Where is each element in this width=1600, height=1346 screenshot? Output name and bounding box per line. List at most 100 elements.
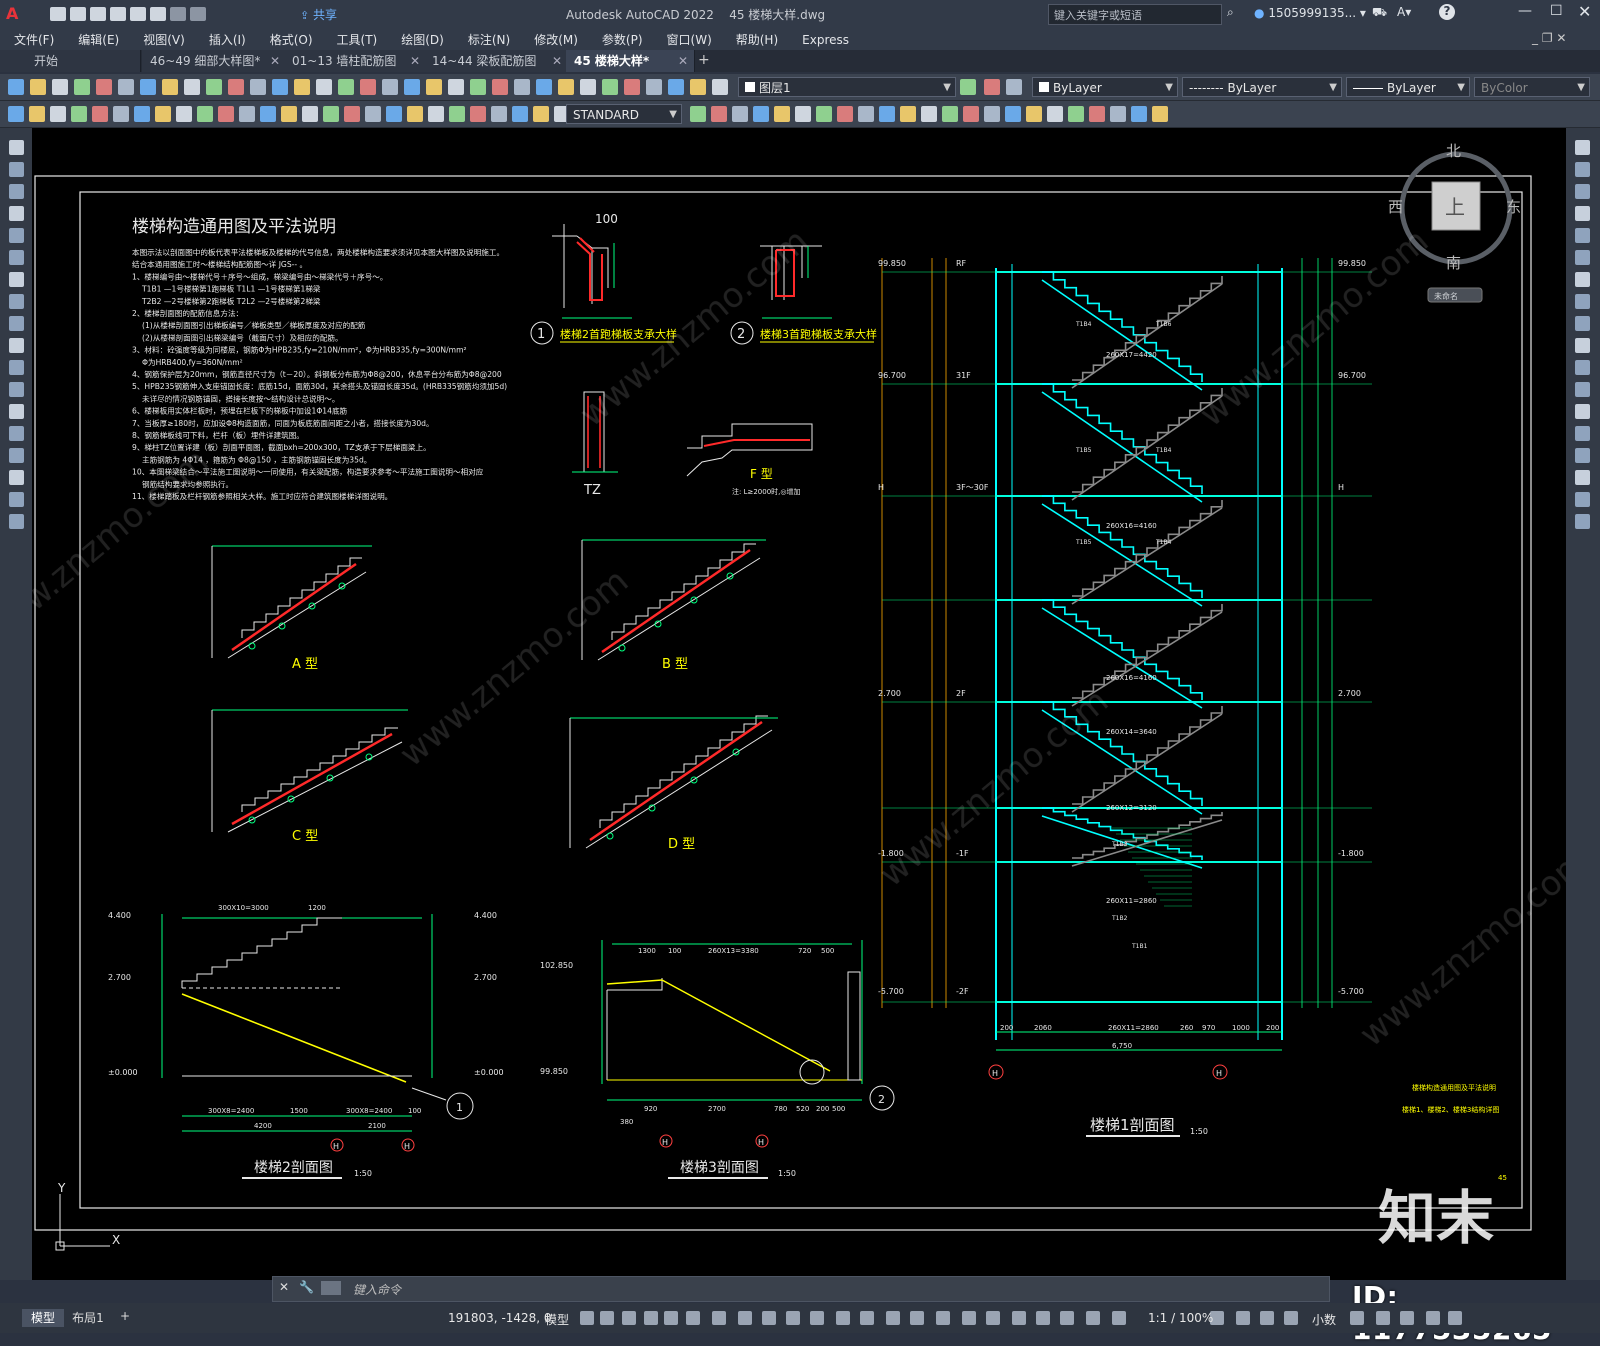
toolbar-tool-icon[interactable] xyxy=(1006,79,1022,95)
toolbar-tool-icon[interactable] xyxy=(30,79,46,95)
status-toggle-icon[interactable] xyxy=(810,1311,824,1325)
toolbar-tool-icon[interactable] xyxy=(711,106,727,122)
menu-modify[interactable]: 修改(M) xyxy=(534,31,578,48)
modify-tool-icon[interactable] xyxy=(1575,360,1590,375)
modify-tool-icon[interactable] xyxy=(1575,184,1590,199)
status-toggle-icon[interactable] xyxy=(860,1311,874,1325)
toolbar-tool-icon[interactable] xyxy=(8,79,24,95)
toolbar-tool-icon[interactable] xyxy=(294,79,310,95)
status-toggle-icon[interactable] xyxy=(1036,1311,1050,1325)
toolbar-tool-icon[interactable] xyxy=(155,106,171,122)
tab-stair-detail[interactable]: 45 楼梯大样* ✕ xyxy=(566,50,695,72)
layer-dropdown[interactable]: 图层1 ▼ xyxy=(738,77,956,97)
toolbar-tool-icon[interactable] xyxy=(92,106,108,122)
toolbar-tool-icon[interactable] xyxy=(184,79,200,95)
lineweight-dropdown[interactable]: ByLayer ▼ xyxy=(1346,77,1470,97)
new-tab-icon[interactable]: + xyxy=(698,52,710,68)
status-toggle-icon[interactable] xyxy=(600,1311,614,1325)
save-icon[interactable] xyxy=(90,7,106,21)
plotstyle-dropdown[interactable]: ByColor ▼ xyxy=(1474,77,1590,97)
status-toggle-icon[interactable] xyxy=(644,1311,658,1325)
toolbar-tool-icon[interactable] xyxy=(1131,106,1147,122)
plot-icon[interactable] xyxy=(150,7,166,21)
toolbar-tool-icon[interactable] xyxy=(712,79,728,95)
command-line[interactable]: ✕ 🔧 键入命令 xyxy=(272,1276,1330,1302)
toolbar-tool-icon[interactable] xyxy=(963,106,979,122)
modify-tool-icon[interactable] xyxy=(1575,206,1590,221)
modify-tool-icon[interactable] xyxy=(1575,426,1590,441)
toolbar-tool-icon[interactable] xyxy=(260,106,276,122)
toolbar-tool-icon[interactable] xyxy=(753,106,769,122)
toolbar-tool-icon[interactable] xyxy=(162,79,178,95)
toolbar-tool-icon[interactable] xyxy=(1152,106,1168,122)
maximize-icon[interactable]: ☐ xyxy=(1550,3,1563,19)
menu-window[interactable]: 窗口(W) xyxy=(667,31,712,48)
toolbar-tool-icon[interactable] xyxy=(580,79,596,95)
toolbar-tool-icon[interactable] xyxy=(365,106,381,122)
menu-edit[interactable]: 编辑(E) xyxy=(78,31,119,48)
saveas-icon[interactable] xyxy=(110,7,126,21)
toolbar-tool-icon[interactable] xyxy=(386,106,402,122)
tab-wall-column[interactable]: 01~13 墙柱配筋图 ✕ xyxy=(284,50,427,72)
status-toggle-icon[interactable] xyxy=(910,1311,924,1325)
status-toggle-icon[interactable] xyxy=(712,1311,726,1325)
layout-tab-layout1[interactable]: 布局1 xyxy=(66,1309,110,1327)
menu-help[interactable]: 帮助(H) xyxy=(736,31,778,48)
layout-tab-model[interactable]: 模型 xyxy=(22,1309,64,1327)
user-account[interactable]: ● 1505999135... ▾ xyxy=(1254,6,1366,20)
draw-tool-icon[interactable] xyxy=(9,360,24,375)
toolbar-tool-icon[interactable] xyxy=(492,79,508,95)
status-toggle-icon[interactable] xyxy=(1260,1311,1274,1325)
toolbar-tool-icon[interactable] xyxy=(272,79,288,95)
toolbar-tool-icon[interactable] xyxy=(690,79,706,95)
status-toggle-icon[interactable] xyxy=(1086,1311,1100,1325)
close-icon[interactable]: ✕ xyxy=(1578,2,1591,21)
toolbar-tool-icon[interactable] xyxy=(344,106,360,122)
linetype-dropdown[interactable]: -------- ByLayer ▼ xyxy=(1182,77,1342,97)
menu-insert[interactable]: 插入(I) xyxy=(209,31,246,48)
search-input[interactable]: 键入关键字或短语 xyxy=(1048,4,1222,25)
toolbar-tool-icon[interactable] xyxy=(984,106,1000,122)
drawing-canvas[interactable]: 楼梯构造通用图及平法说明 本图示法以剖面图中的板代表平法楼梯板及楼梯的代号信息，… xyxy=(32,128,1566,1280)
toolbar-tool-icon[interactable] xyxy=(113,106,129,122)
tab-detail-46-49[interactable]: 46~49 细部大样图* ✕ xyxy=(142,50,287,72)
draw-tool-icon[interactable] xyxy=(9,294,24,309)
toolbar-tool-icon[interactable] xyxy=(52,79,68,95)
toolbar-tool-icon[interactable] xyxy=(428,106,444,122)
draw-tool-icon[interactable] xyxy=(9,228,24,243)
help-icon[interactable]: ? xyxy=(1439,4,1455,20)
modify-tool-icon[interactable] xyxy=(1575,250,1590,265)
toolbar-tool-icon[interactable] xyxy=(858,106,874,122)
close-tab-icon[interactable]: ✕ xyxy=(270,50,280,72)
toolbar-tool-icon[interactable] xyxy=(942,106,958,122)
modify-tool-icon[interactable] xyxy=(1575,162,1590,177)
toolbar-tool-icon[interactable] xyxy=(118,79,134,95)
search-icon[interactable]: ⌕ xyxy=(1227,5,1234,20)
status-toggle-icon[interactable] xyxy=(986,1311,1000,1325)
toolbar-tool-icon[interactable] xyxy=(218,106,234,122)
toolbar-tool-icon[interactable] xyxy=(1110,106,1126,122)
draw-tool-icon[interactable] xyxy=(9,162,24,177)
modify-tool-icon[interactable] xyxy=(1575,316,1590,331)
toolbar-tool-icon[interactable] xyxy=(323,106,339,122)
status-toggle-icon[interactable] xyxy=(836,1311,850,1325)
doc-window-controls[interactable]: _ ❐ ✕ xyxy=(1532,31,1566,45)
toolbar-tool-icon[interactable] xyxy=(921,106,937,122)
draw-tool-icon[interactable] xyxy=(9,470,24,485)
toolbar-tool-icon[interactable] xyxy=(795,106,811,122)
toolbar-tool-icon[interactable] xyxy=(1005,106,1021,122)
autodesk-app-icon[interactable]: A▾ xyxy=(1397,5,1411,19)
modify-tool-icon[interactable] xyxy=(1575,448,1590,463)
draw-tool-icon[interactable] xyxy=(9,140,24,155)
model-space-button[interactable]: 模型 xyxy=(545,1311,569,1328)
draw-tool-icon[interactable] xyxy=(9,426,24,441)
status-toggle-icon[interactable] xyxy=(1112,1311,1126,1325)
toolbar-tool-icon[interactable] xyxy=(448,79,464,95)
status-toggle-icon[interactable] xyxy=(664,1311,678,1325)
status-toggle-icon[interactable] xyxy=(738,1311,752,1325)
draw-tool-icon[interactable] xyxy=(9,404,24,419)
toolbar-tool-icon[interactable] xyxy=(774,106,790,122)
toolbar-tool-icon[interactable] xyxy=(533,106,549,122)
draw-tool-icon[interactable] xyxy=(9,514,24,529)
modify-tool-icon[interactable] xyxy=(1575,294,1590,309)
